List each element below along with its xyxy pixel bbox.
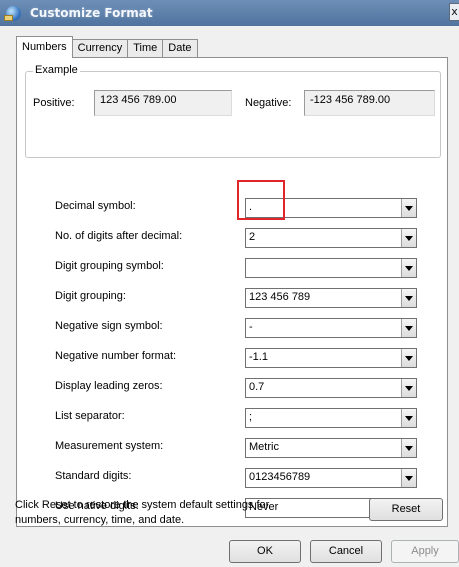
dialog-body: Numbers Currency Time Date Example Posit… [0,26,459,567]
measurement-system-label: Measurement system: [55,440,164,452]
chevron-down-icon [405,206,413,211]
standard-digits-value: 0123456789 [249,471,311,483]
display-leading-zeros-value: 0.7 [249,381,265,393]
chevron-down-icon [405,266,413,271]
digit-grouping-value: 123 456 789 [249,291,311,303]
chevron-down-icon [405,476,413,481]
apply-button[interactable]: Apply [391,540,459,563]
chevron-down-icon [405,386,413,391]
list-separator-combo[interactable]: ; [245,408,417,428]
cancel-button[interactable]: Cancel [310,540,382,563]
digit-grouping-symbol-label: Digit grouping symbol: [55,260,164,272]
decimal-symbol-combo[interactable]: . [245,198,417,218]
title-bar: Customize Format x [0,0,459,26]
chevron-down-icon [405,326,413,331]
decimal-symbol-label: Decimal symbol: [55,200,136,212]
positive-example-field: 123 456 789.00 [94,90,232,116]
negative-example-field: -123 456 789.00 [304,90,435,116]
dropdown-button[interactable] [401,259,416,277]
chevron-down-icon [405,236,413,241]
list-separator-value: ; [249,411,253,423]
tab-currency[interactable]: Currency [71,39,129,57]
standard-digits-combo[interactable]: 0123456789 [245,468,417,488]
tab-time[interactable]: Time [127,39,164,57]
digit-grouping-combo[interactable]: 123 456 789 [245,288,417,308]
example-group: Example Positive: 123 456 789.00 Negativ… [25,64,441,158]
dropdown-button[interactable] [401,439,416,457]
digit-grouping-label: Digit grouping: [55,290,126,302]
negative-label: Negative: [245,97,292,109]
reset-button[interactable]: Reset [369,498,443,521]
chevron-down-icon [405,296,413,301]
example-legend: Example [33,64,80,76]
digit-grouping-symbol-combo[interactable] [245,258,417,278]
list-separator-label: List separator: [55,410,125,422]
window-title: Customize Format [30,6,153,20]
dropdown-button[interactable] [401,379,416,397]
reset-info-text: Click Reset to restore the system defaul… [15,499,270,526]
standard-digits-label: Standard digits: [55,470,132,482]
measurement-system-combo[interactable]: Metric [245,438,417,458]
display-leading-zeros-combo[interactable]: 0.7 [245,378,417,398]
dropdown-button[interactable] [401,199,416,217]
tab-date[interactable]: Date [162,39,198,57]
negative-number-format-label: Negative number format: [55,350,177,362]
region-settings-icon [4,6,21,21]
negative-number-format-value: -1.1 [249,351,268,363]
negative-sign-symbol-combo[interactable]: - [245,318,417,338]
close-icon[interactable]: x [449,3,459,21]
measurement-system-value: Metric [249,441,279,453]
display-leading-zeros-label: Display leading zeros: [55,380,163,392]
ok-button[interactable]: OK [229,540,301,563]
negative-sign-symbol-value: - [249,321,253,333]
dropdown-button[interactable] [401,469,416,487]
chevron-down-icon [405,446,413,451]
negative-number-format-combo[interactable]: -1.1 [245,348,417,368]
positive-label: Positive: [33,97,75,109]
chevron-down-icon [405,416,413,421]
digits-after-decimal-value: 2 [249,231,256,243]
dropdown-button[interactable] [401,349,416,367]
negative-sign-symbol-label: Negative sign symbol: [55,320,163,332]
digits-after-decimal-label: No. of digits after decimal: [55,230,183,242]
numbers-tab-panel: Example Positive: 123 456 789.00 Negativ… [16,57,448,527]
decimal-symbol-value: . [249,201,253,213]
dropdown-button[interactable] [401,409,416,427]
tab-numbers[interactable]: Numbers [16,36,73,58]
tab-strip: Numbers Currency Time Date [16,36,198,58]
dropdown-button[interactable] [401,319,416,337]
digits-after-decimal-combo[interactable]: 2 [245,228,417,248]
chevron-down-icon [405,356,413,361]
dropdown-button[interactable] [401,289,416,307]
dropdown-button[interactable] [401,229,416,247]
